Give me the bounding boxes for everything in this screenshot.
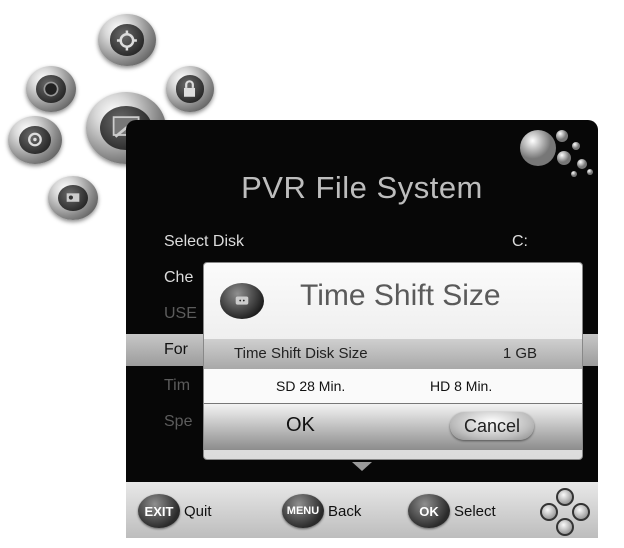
up-key-icon [556,488,574,506]
setting-value: 1 GB [502,345,537,362]
menu-button[interactable]: MENU Back [282,494,361,528]
sd-time: SD 28 Min. [276,378,346,394]
down-key-icon [556,518,574,536]
menu-label: Back [328,502,362,520]
dialog-buttons: OK Cancel [204,403,582,450]
ok-button[interactable]: OK [286,414,315,437]
exit-label: Quit [184,502,212,520]
menu-item-label: Tim [164,377,191,394]
page-title: PVR File System [241,170,483,205]
menu-item-label: USE [164,305,197,322]
select-button[interactable]: OK Select [408,494,496,528]
tv-icon [220,283,264,319]
lock-orb-icon[interactable] [166,66,214,112]
bottom-help-bar: EXIT Quit MENU Back OK Select [126,482,598,538]
recording-time-info: SD 28 Min. HD 8 Min. [204,369,582,403]
menu-key-icon: MENU [282,494,324,528]
cancel-button[interactable]: Cancel [450,412,534,440]
time-shift-disk-size-setting[interactable]: Time Shift Disk Size 1 GB [204,339,582,369]
ok-key-icon: OK [408,494,450,528]
globe-orb-icon[interactable] [26,66,76,112]
setting-label: Time Shift Disk Size [234,345,368,362]
select-label: Select [454,502,496,520]
menu-item-value: C: [512,233,528,250]
right-key-icon [572,503,590,521]
settings-orb-icon[interactable] [98,14,156,66]
down-arrow-icon [352,462,372,471]
menu-item-label: Select Disk [164,233,245,250]
hd-time: HD 8 Min. [430,378,493,394]
menu-item-label: Spe [164,413,193,430]
navigation-pad-icon[interactable] [540,488,590,536]
exit-key-icon: EXIT [138,494,180,528]
menu-item-select-disk[interactable]: Select Disk C: [126,226,598,258]
exit-button[interactable]: EXIT Quit [138,494,212,528]
tools-orb-icon[interactable] [48,176,98,220]
menu-item-label: Che [164,269,194,286]
time-shift-size-dialog: Time Shift Size Time Shift Disk Size 1 G… [203,262,583,460]
left-key-icon [540,503,558,521]
dialog-title: Time Shift Size [300,279,501,312]
media-orb-icon[interactable] [8,116,62,164]
menu-item-label: For [164,341,188,358]
